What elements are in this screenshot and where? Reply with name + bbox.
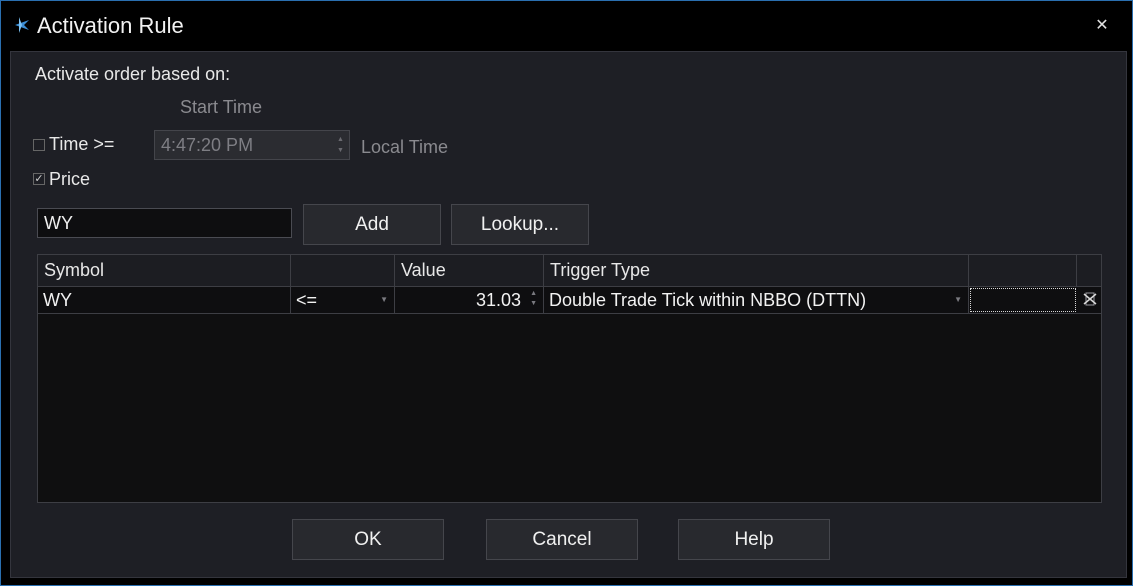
window-title: Activation Rule [37, 13, 184, 38]
delete-row-icon[interactable] [1083, 291, 1097, 307]
local-time-label: Local Time [361, 137, 449, 157]
close-icon: ✕ [1095, 17, 1109, 34]
column-header-trigger-type[interactable]: Trigger Type [544, 255, 969, 286]
operator-value: <= [296, 290, 318, 310]
cell-operator-dropdown[interactable]: <= ▼ [291, 287, 395, 313]
chevron-down-icon[interactable]: ▼ [954, 295, 962, 304]
cell-symbol[interactable]: WY [38, 287, 291, 313]
spinner-arrows-icon[interactable]: ▲ ▼ [530, 289, 537, 309]
activation-rule-dialog: Activation Rule ✕ Activate order based o… [0, 0, 1133, 586]
value-number: 31.03 [475, 290, 521, 310]
column-header-value[interactable]: Value [395, 255, 544, 286]
lookup-button[interactable]: Lookup... [451, 204, 589, 245]
column-header-symbol[interactable]: Symbol [38, 255, 291, 286]
start-time-label: Start Time [180, 97, 263, 117]
close-button[interactable]: ✕ [1089, 13, 1115, 39]
cancel-button[interactable]: Cancel [486, 519, 638, 560]
column-header-operator[interactable] [291, 255, 395, 286]
price-checkbox[interactable]: ✓ [33, 173, 45, 185]
dialog-content: Activate order based on: Start Time Time… [10, 51, 1127, 578]
symbol-input[interactable] [37, 208, 292, 238]
price-checkbox-label[interactable]: Price [49, 169, 90, 190]
app-logo-icon [15, 17, 29, 33]
ok-button[interactable]: OK [292, 519, 444, 560]
title-bar[interactable]: Activation Rule ✕ [1, 1, 1132, 51]
grid-header: Symbol Value Trigger Type [38, 255, 1101, 287]
spinner-arrows-icon[interactable]: ▲ ▼ [337, 134, 345, 156]
help-button[interactable]: Help [678, 519, 830, 560]
cell-trigger-type-dropdown[interactable]: Double Trade Tick within NBBO (DTTN) ▼ [544, 287, 969, 313]
start-time-value: 4:47:20 PM [161, 135, 254, 155]
cell-value-spinner[interactable]: 31.03 ▲ ▼ [395, 287, 544, 313]
table-row[interactable]: WY <= ▼ 31.03 ▲ ▼ Double Trade Tick withi… [38, 287, 1101, 314]
checkmark-icon: ✓ [34, 173, 44, 185]
chevron-down-icon[interactable]: ▼ [380, 295, 388, 304]
add-button[interactable]: Add [303, 204, 441, 245]
start-time-spinner[interactable]: 4:47:20 PM ▲ ▼ [154, 130, 350, 160]
rules-grid: Symbol Value Trigger Type WY <= ▼ 31.03 … [37, 254, 1102, 503]
time-checkbox-label[interactable]: Time >= [49, 134, 114, 155]
column-header-extra[interactable] [969, 255, 1077, 286]
trigger-type-value: Double Trade Tick within NBBO (DTTN) [549, 290, 867, 310]
time-checkbox[interactable] [33, 139, 45, 151]
activate-heading: Activate order based on: [35, 64, 231, 84]
focused-cell[interactable] [970, 288, 1076, 312]
